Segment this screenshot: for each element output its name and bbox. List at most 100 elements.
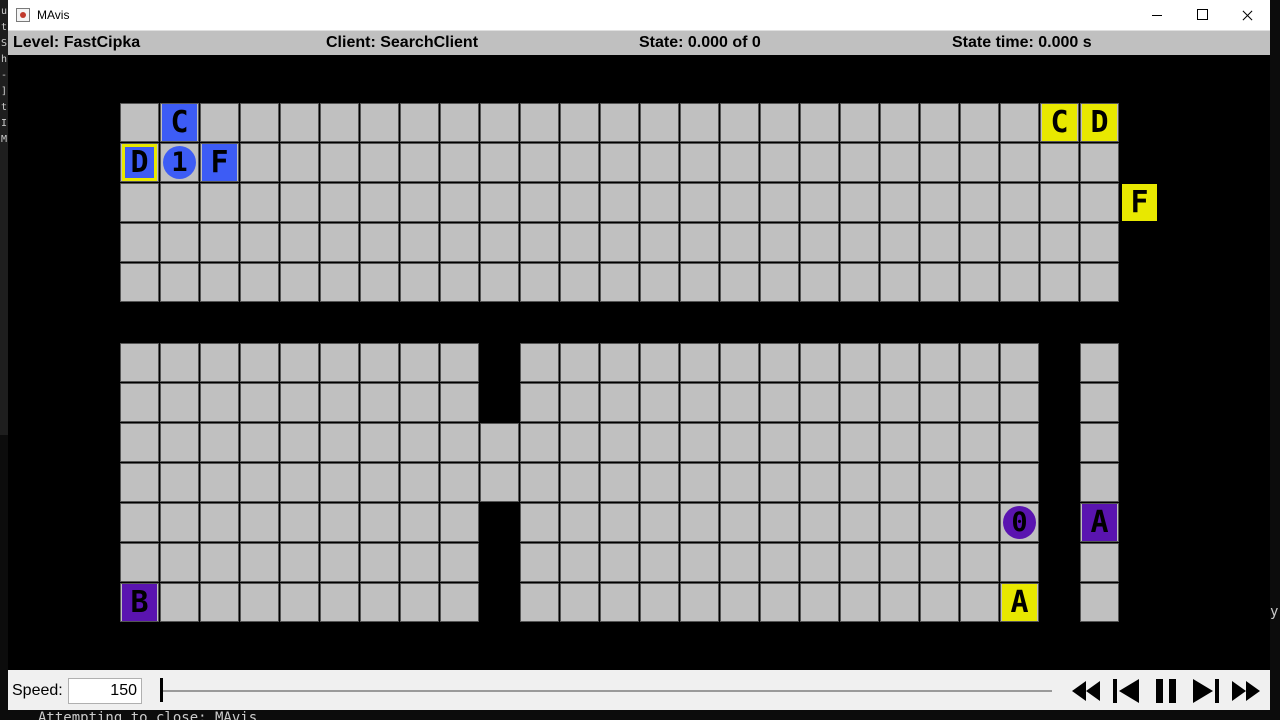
floor-cell [400, 383, 439, 422]
floor-cell [200, 423, 239, 462]
floor-cell [280, 143, 319, 182]
floor-cell [1080, 343, 1119, 382]
java-icon [16, 8, 30, 22]
floor-cell [800, 143, 839, 182]
terminal-line: M [1, 134, 8, 145]
floor-cell [240, 583, 279, 622]
floor-cell [760, 263, 799, 302]
floor-cell [560, 143, 599, 182]
floor-cell [240, 423, 279, 462]
floor-cell [560, 423, 599, 462]
title-bar[interactable]: MAvis [8, 0, 1270, 31]
floor-cell [560, 383, 599, 422]
floor-cell [640, 143, 679, 182]
pause-button[interactable] [1150, 678, 1182, 704]
client-name: Client: SearchClient [326, 34, 479, 51]
box-C: C [162, 104, 197, 141]
floor-cell [120, 503, 159, 542]
floor-cell [360, 103, 399, 142]
floor-cell [320, 183, 359, 222]
floor-cell [240, 143, 279, 182]
floor-cell [520, 583, 559, 622]
floor-cell [800, 263, 839, 302]
floor-cell [240, 383, 279, 422]
floor-cell [720, 183, 759, 222]
state-slider[interactable] [160, 690, 1052, 692]
floor-cell [760, 543, 799, 582]
floor-cell [760, 383, 799, 422]
minimize-button[interactable] [1134, 0, 1180, 30]
floor-cell [1000, 343, 1039, 382]
skip-forward-button[interactable] [1230, 678, 1262, 704]
floor-cell [720, 343, 759, 382]
floor-cell [160, 543, 199, 582]
floor-cell [280, 423, 319, 462]
floor-cell [760, 343, 799, 382]
floor-cell [840, 223, 879, 262]
floor-cell [400, 183, 439, 222]
floor-cell [960, 583, 999, 622]
terminal-line: - [1, 70, 8, 81]
floor-cell [280, 183, 319, 222]
floor-cell [1080, 183, 1119, 222]
floor-cell [480, 263, 519, 302]
skip-back-button[interactable] [1070, 678, 1102, 704]
step-back-icon [1113, 679, 1139, 703]
floor-cell [960, 543, 999, 582]
floor-cell [840, 143, 879, 182]
floor-cell [960, 383, 999, 422]
floor-cell [1080, 423, 1119, 462]
floor-cell [920, 463, 959, 502]
status-bar: Level: FastCipka Client: SearchClient St… [8, 31, 1270, 55]
floor-cell [520, 183, 559, 222]
floor-cell [880, 103, 919, 142]
floor-cell [520, 543, 559, 582]
floor-cell [280, 543, 319, 582]
floor-cell [720, 503, 759, 542]
floor-cell [1080, 143, 1119, 182]
maximize-button[interactable] [1179, 0, 1225, 30]
close-button[interactable] [1224, 0, 1270, 30]
goal-D: D [1082, 104, 1117, 141]
step-forward-button[interactable] [1190, 678, 1222, 704]
floor-cell [880, 223, 919, 262]
floor-cell [840, 263, 879, 302]
floor-cell [680, 583, 719, 622]
floor-cell [840, 343, 879, 382]
state-slider-thumb[interactable] [160, 678, 163, 702]
floor-cell [880, 343, 919, 382]
floor-cell [880, 583, 919, 622]
floor-cell [1080, 223, 1119, 262]
floor-cell [680, 263, 719, 302]
floor-cell [1080, 383, 1119, 422]
level-name: Level: FastCipka [13, 34, 141, 51]
speed-input[interactable]: 150 [68, 678, 142, 704]
floor-cell [920, 383, 959, 422]
floor-cell [280, 223, 319, 262]
floor-cell [960, 503, 999, 542]
floor-cell [440, 543, 479, 582]
floor-cell [400, 583, 439, 622]
floor-cell [760, 183, 799, 222]
floor-cell [800, 583, 839, 622]
step-back-button[interactable] [1110, 678, 1142, 704]
floor-cell [160, 183, 199, 222]
level-grid: CD1FCDF0ABA [8, 55, 1270, 670]
floor-cell [120, 263, 159, 302]
floor-cell [960, 103, 999, 142]
box-F: F [202, 144, 237, 181]
window-title: MAvis [37, 8, 70, 22]
floor-cell [560, 103, 599, 142]
floor-cell [280, 383, 319, 422]
floor-cell [560, 223, 599, 262]
floor-cell [440, 383, 479, 422]
floor-cell [200, 583, 239, 622]
terminal-right-text: y [1270, 604, 1279, 620]
floor-cell [1040, 143, 1079, 182]
floor-cell [680, 343, 719, 382]
terminal-line: S [1, 38, 8, 49]
floor-cell [720, 223, 759, 262]
floor-cell [360, 343, 399, 382]
floor-cell [1000, 263, 1039, 302]
floor-cell [960, 223, 999, 262]
